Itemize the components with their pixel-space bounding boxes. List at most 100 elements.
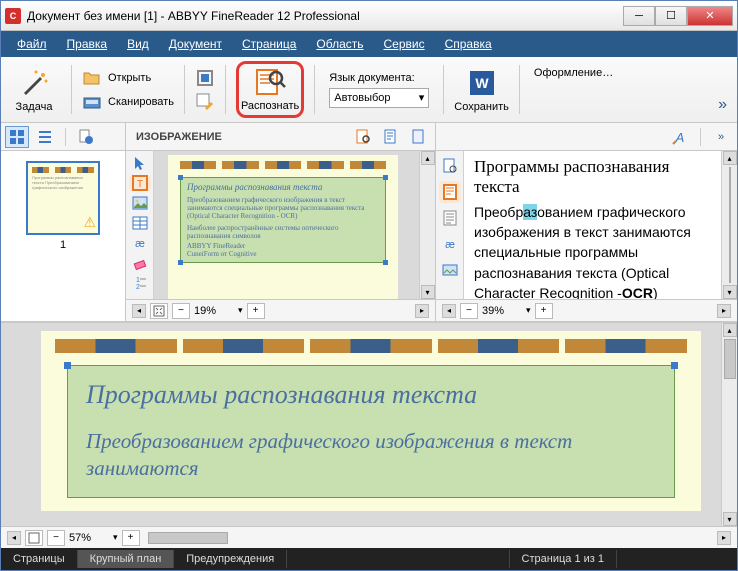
status-tab-closeup[interactable]: Крупный план [78,550,175,568]
menu-area[interactable]: Область [308,33,371,55]
text-tool-format[interactable]: A [668,126,692,148]
fit-button[interactable] [150,303,168,319]
zoom-out-button[interactable]: − [172,303,190,319]
minimize-button[interactable]: ─ [623,6,655,26]
maximize-button[interactable]: ☐ [655,6,687,26]
scroll-up-icon[interactable]: ▴ [421,151,435,165]
hscroll-right[interactable]: ▸ [717,531,731,545]
numbering-icon: 12 [132,275,148,291]
chevron-down-icon[interactable]: ▾ [526,305,531,316]
img-tool-3[interactable] [407,126,431,148]
open-button[interactable]: Открыть [82,68,174,88]
scroll-down-icon[interactable]: ▾ [421,285,435,299]
closeup-panel: Программы распознавания текста Преобразо… [1,323,737,548]
close-button[interactable]: ✕ [687,6,733,26]
hscroll-left[interactable]: ◂ [442,304,456,318]
menu-help[interactable]: Справка [437,33,500,55]
page-read-icon [383,129,399,145]
zoom-out-button[interactable]: − [47,530,65,546]
design-button[interactable]: Оформление… [534,67,613,79]
tool-table-area[interactable] [129,215,151,231]
image-zoom-value: 19% [194,305,234,317]
img-tool-1[interactable] [351,126,375,148]
menu-view[interactable]: Вид [119,33,157,55]
closeup-canvas[interactable]: Программы распознавания текста Преобразо… [1,323,721,526]
image-canvas[interactable]: Программы распознавания текста Преобразо… [154,151,419,299]
scroll-up-icon[interactable]: ▴ [723,151,737,165]
ttool-5[interactable] [439,259,461,281]
task-button[interactable]: Задача [7,61,61,118]
ttool-4[interactable]: æ [439,233,461,255]
zoom-in-button[interactable]: + [535,303,553,319]
ttool-2[interactable] [439,181,461,203]
scan-button[interactable]: Сканировать [82,92,174,112]
zoom-out-button[interactable]: − [460,303,478,319]
menu-service[interactable]: Сервис [376,33,433,55]
save-button[interactable]: W Сохранить [454,61,509,118]
window-title: Документ без имени [1] - ABBYY FineReade… [27,9,623,23]
hscroll-left[interactable]: ◂ [7,531,21,545]
img-tool-2[interactable] [379,126,403,148]
page-gear-icon [78,129,94,145]
svg-text:W: W [475,75,489,91]
closeup-heading: Программы распознавания текста [86,380,656,410]
recognize-highlight: Распознать [236,61,304,118]
tool-text-area[interactable]: T [129,175,151,191]
tool-order[interactable]: 12 [129,275,151,291]
zoom-in-button[interactable]: + [122,530,140,546]
view-list-button[interactable] [33,126,57,148]
edit-image-button[interactable] [195,68,215,88]
image-zoom-bar: ◂ − 19% ▾ + ▸ [126,299,435,321]
zoom-in-button[interactable]: + [247,303,265,319]
list-icon [37,129,53,145]
hscroll-right[interactable]: ▸ [717,304,731,318]
ttool-3[interactable] [439,207,461,229]
status-tab-warnings[interactable]: Предупреждения [174,550,287,568]
tool-special[interactable]: æ [129,235,151,251]
menu-document[interactable]: Документ [161,33,230,55]
tool-image-area[interactable] [129,195,151,211]
status-tab-pages[interactable]: Страницы [1,550,78,568]
folder-open-icon [82,68,102,88]
scanner-icon [82,92,102,112]
page-thumbnail[interactable]: Программы распознавания текста Преобразо… [26,161,100,235]
ribbon-expand[interactable]: » [714,94,731,118]
chevron-down-icon[interactable]: ▾ [113,532,118,543]
tool-cursor[interactable] [129,155,151,171]
cursor-icon [132,155,148,171]
recognize-button[interactable]: Распознать [241,66,299,112]
tool-eraser[interactable] [129,255,151,271]
chevron-down-icon: ▾ [419,91,425,104]
menu-file[interactable]: Файл [9,33,55,55]
chevron-down-icon[interactable]: ▾ [238,305,243,316]
hscroll-right[interactable]: ▸ [415,304,429,318]
fit-button[interactable] [25,530,43,546]
crop-icon [195,68,215,88]
text-vscroll[interactable]: ▴ ▾ [721,151,737,299]
text-area-icon: T [132,175,148,191]
view-thumbs-button[interactable] [5,126,29,148]
picture-icon [132,195,148,211]
scroll-up-icon[interactable]: ▴ [723,323,737,337]
svg-text:2: 2 [136,284,140,291]
menu-page[interactable]: Страница [234,33,304,55]
image-vscroll[interactable]: ▴ ▾ [419,151,435,299]
closeup-vscroll[interactable]: ▴ ▾ [721,323,737,526]
page-search-icon [442,158,458,174]
language-dropdown[interactable]: Автовыбор ▾ [329,88,429,108]
menu-edit[interactable]: Правка [59,33,116,55]
text-canvas[interactable]: Программы распознавания текста Преобразо… [464,151,721,299]
page-settings-button[interactable] [74,126,98,148]
language-label: Язык документа: [329,72,414,84]
menubar: Файл Правка Вид Документ Страница Област… [1,31,737,57]
ttool-1[interactable] [439,155,461,177]
warning-icon: ⚠ [83,214,96,231]
scroll-down-icon[interactable]: ▾ [723,285,737,299]
page-magnify-icon [355,129,371,145]
scroll-down-icon[interactable]: ▾ [723,512,737,526]
ae-icon: æ [442,236,458,252]
edit-button[interactable] [195,92,215,112]
hscroll-left[interactable]: ◂ [132,304,146,318]
text-tool-expand[interactable]: » [709,126,733,148]
app-icon: C [5,8,21,24]
